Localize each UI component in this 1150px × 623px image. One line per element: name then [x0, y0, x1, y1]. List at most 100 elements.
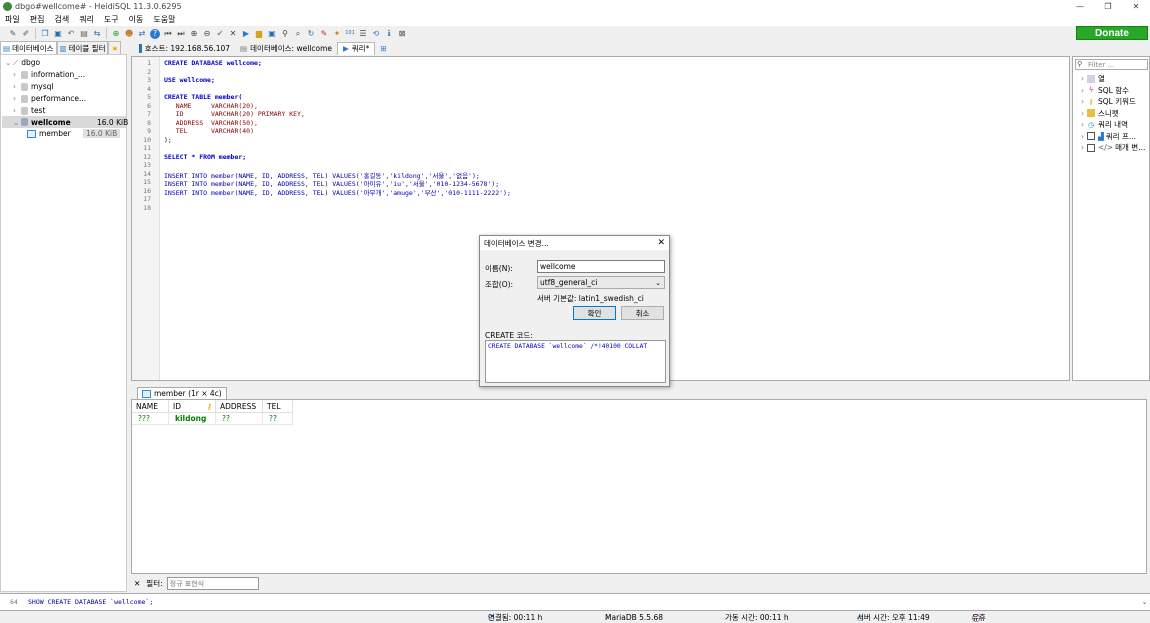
- column-header[interactable]: TEL: [263, 400, 293, 413]
- paste-icon[interactable]: ▣: [53, 29, 63, 39]
- log-line-number: 64: [10, 598, 18, 606]
- result-tab[interactable]: member (1r × 4c): [137, 387, 227, 399]
- sql-log[interactable]: 64 SHOW CREATE DATABASE `wellcome`;: [0, 593, 1150, 611]
- tree-item[interactable]: › performance...: [13, 93, 86, 104]
- users-icon[interactable]: ☻: [124, 29, 134, 39]
- main-toolbar: ✎ ✐ ❐ ▣ ↶ ▤ ⇆ ⊕ ☻ ⇄ ? ⏮ ⏭ ⊕ ⊖ ✔ ✕ ▶ ▆ ▣ …: [0, 26, 1150, 41]
- grid-cell[interactable]: kildong: [169, 413, 216, 425]
- menu-go[interactable]: 이동: [124, 14, 149, 25]
- helper-item-bind-params[interactable]: › </> 매개 변...: [1081, 142, 1145, 153]
- copy-icon[interactable]: ❐: [40, 29, 50, 39]
- helper-item-sql-functions[interactable]: › ϟ SQL 함수: [1081, 85, 1129, 96]
- tree-root-dbgo[interactable]: ⌄ ⟋ dbgo: [5, 57, 40, 68]
- helper-item-query-profile[interactable]: › ▟ 쿼리 프...: [1081, 131, 1136, 142]
- column-header-label: ID: [173, 401, 181, 411]
- close-button[interactable]: ✕: [1122, 0, 1150, 13]
- replace-icon[interactable]: ↻: [306, 29, 316, 39]
- print-icon[interactable]: ▤: [79, 29, 89, 39]
- insert-row-icon[interactable]: ⊕: [189, 29, 199, 39]
- line-number: 14: [143, 169, 151, 178]
- format-icon[interactable]: ✦: [332, 29, 342, 39]
- tree-item-selected-db[interactable]: ⌄ wellcome 16.0 KiB: [2, 116, 128, 128]
- import-icon[interactable]: ⇄: [137, 29, 147, 39]
- tree-item[interactable]: › test: [13, 105, 45, 116]
- scroll-down-icon[interactable]: ⌄: [1139, 593, 1150, 611]
- tree-table-member[interactable]: member 16.0 KiB: [27, 128, 126, 139]
- export-icon[interactable]: ⇆: [92, 29, 102, 39]
- helper-item-label: 매개 변...: [1115, 143, 1146, 152]
- add-icon[interactable]: ⊕: [111, 29, 121, 39]
- collation-select[interactable]: utf8_general_ci ⌄: [537, 276, 665, 289]
- info-icon[interactable]: ℹ: [384, 29, 394, 39]
- help-icon[interactable]: ?: [150, 28, 160, 39]
- grid-cell[interactable]: ??: [216, 413, 263, 425]
- helper-item-label: 쿼리 내역: [1098, 120, 1128, 129]
- donate-button[interactable]: Donate: [1076, 26, 1148, 40]
- tab-table-filter[interactable]: ▥ 테이블 필터: [56, 41, 109, 54]
- tree-item[interactable]: › mysql: [13, 81, 54, 92]
- menu-query[interactable]: 쿼리: [74, 14, 99, 25]
- find-icon[interactable]: ⌕: [293, 29, 303, 39]
- sync-icon[interactable]: ⟲: [371, 29, 381, 39]
- close-filter-icon[interactable]: ✕: [134, 579, 140, 588]
- name-label: 이름(N):: [485, 264, 513, 273]
- grid-cell[interactable]: ???: [132, 413, 169, 425]
- helper-item-snippets[interactable]: › 스니펫: [1081, 108, 1119, 119]
- dialog-close-button[interactable]: ✕: [657, 236, 665, 250]
- binary-icon[interactable]: 101: [345, 29, 355, 39]
- disconnect-icon[interactable]: ✐: [21, 29, 31, 39]
- dialog-title-bar: 데이터베이스 변경...: [480, 236, 669, 250]
- helper-item-columns[interactable]: › 열: [1081, 73, 1105, 84]
- undo-icon[interactable]: ↶: [66, 29, 76, 39]
- tree-item[interactable]: › information_...: [13, 69, 85, 80]
- post-icon[interactable]: ✔: [215, 29, 225, 39]
- favorites-tab[interactable]: ★: [108, 41, 122, 54]
- ok-button[interactable]: 확인: [573, 306, 616, 320]
- exit-icon[interactable]: ⊠: [397, 29, 407, 39]
- restore-button[interactable]: ❐: [1094, 0, 1122, 13]
- helper-item-sql-keywords[interactable]: › ⚷ SQL 키워드: [1081, 96, 1136, 107]
- grid-cell[interactable]: ??: [263, 413, 293, 425]
- search-icon[interactable]: ⚲: [280, 29, 290, 39]
- connect-icon[interactable]: ✎: [8, 29, 18, 39]
- helper-filter-input[interactable]: Filter ...: [1075, 59, 1148, 70]
- result-grid[interactable]: NAME ID ⚷ ADDRESS TEL ??? kildong ?? ??: [131, 399, 1147, 574]
- helper-item-query-history[interactable]: › ◷ 쿼리 내역: [1081, 119, 1128, 130]
- checkbox-icon: [1087, 132, 1095, 140]
- filter-input[interactable]: 정규 표현식: [166, 577, 259, 590]
- save-icon[interactable]: ▣: [267, 29, 277, 39]
- cancel-button[interactable]: 취소: [621, 306, 664, 320]
- menu-edit[interactable]: 편집: [25, 14, 50, 25]
- line-number: 11: [143, 144, 151, 152]
- column-header-id[interactable]: ID ⚷: [169, 400, 216, 413]
- last-icon[interactable]: ⏭: [176, 29, 186, 39]
- menu-help[interactable]: 도움말: [148, 14, 180, 25]
- column-header[interactable]: NAME: [132, 400, 169, 413]
- toolbar-separator: [35, 28, 36, 39]
- tab-query[interactable]: ▶ 쿼리*: [337, 41, 376, 55]
- create-code-box[interactable]: CREATE DATABASE `wellcome` /*!40100 COLL…: [485, 340, 666, 383]
- menu-tools[interactable]: 도구: [99, 14, 124, 25]
- tab-host[interactable]: ▐ 호스트: 192.168.56.107: [131, 42, 235, 55]
- play-icon: ▶: [343, 44, 349, 53]
- name-field[interactable]: wellcome: [537, 260, 665, 273]
- clear-icon[interactable]: ✎: [319, 29, 329, 39]
- uptime-status: 가동 시간: 00:11 h: [725, 613, 789, 622]
- tab-host-label: 호스트: 192.168.56.107: [144, 43, 231, 53]
- primary-key-icon: ⚷: [206, 401, 213, 411]
- add-tab-icon: ⊞: [380, 43, 387, 53]
- tab-database[interactable]: ▤ 데이터베이스: [0, 41, 57, 54]
- first-icon[interactable]: ⏮: [163, 29, 173, 39]
- run-icon[interactable]: ▶: [241, 29, 251, 39]
- delete-row-icon[interactable]: ⊖: [202, 29, 212, 39]
- wrap-icon[interactable]: ☰: [358, 29, 368, 39]
- open-folder-icon[interactable]: ▆: [254, 29, 264, 39]
- minimize-button[interactable]: —: [1066, 0, 1094, 13]
- new-query-tab-button[interactable]: ⊞: [375, 42, 391, 55]
- tab-database-wellcome[interactable]: ▤ 데이터베이스: wellcome: [235, 42, 337, 55]
- menu-file[interactable]: 파일: [0, 14, 25, 25]
- cancel-icon[interactable]: ✕: [228, 29, 238, 39]
- column-header[interactable]: ADDRESS: [216, 400, 263, 413]
- chevron-right-icon: ›: [1081, 143, 1084, 152]
- menu-search[interactable]: 검색: [49, 14, 74, 25]
